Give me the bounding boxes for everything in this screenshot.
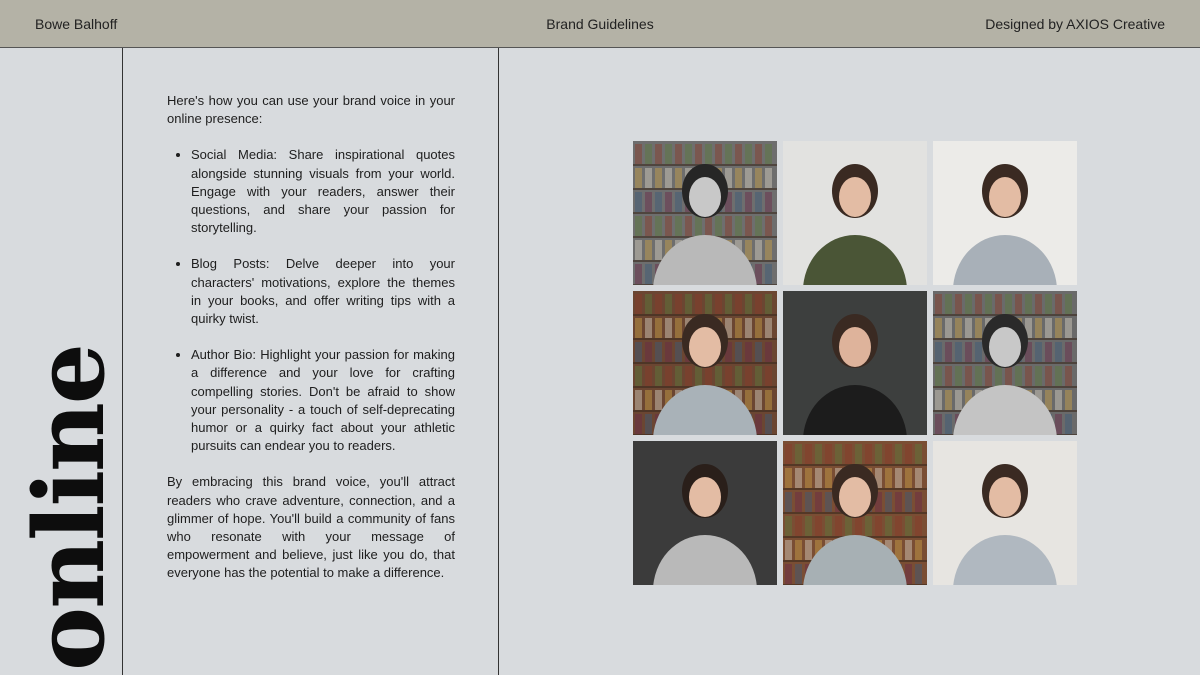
photo-6: [933, 291, 1077, 435]
photo-reading-with-blanket: [933, 441, 1077, 585]
photo-holding-book-stack: [783, 141, 927, 285]
photo-grid: [633, 141, 1077, 585]
photo-close-up-portrait: [783, 291, 927, 435]
photo-1: [633, 141, 777, 285]
photo-reading-red-book: [933, 141, 1077, 285]
photo-9: [933, 441, 1077, 585]
photo-3: [933, 141, 1077, 285]
photo-5: [783, 291, 927, 435]
closing-paragraph: By embracing this brand voice, you'll at…: [167, 474, 455, 581]
photo-lying-on-floor-bw: [933, 291, 1077, 435]
bullet-social-media: Social Media: Share inspirational quotes…: [191, 146, 455, 237]
top-bar: Bowe Balhoff Brand Guidelines Designed b…: [0, 0, 1200, 48]
photo-2: [783, 141, 927, 285]
section-title: online: [13, 345, 126, 671]
body-text: Here's how you can use your brand voice …: [167, 92, 455, 601]
center-divider: [498, 48, 499, 675]
bullet-blog-posts: Blog Posts: Delve deeper into your chara…: [191, 255, 455, 328]
designer-credit: Designed by AXIOS Creative: [985, 16, 1165, 32]
photo-8: [783, 441, 927, 585]
bullet-list: Social Media: Share inspirational quotes…: [167, 146, 455, 455]
photo-holding-books-library: [783, 441, 927, 585]
bullet-author-bio: Author Bio: Highlight your passion for m…: [191, 346, 455, 455]
photo-4: [633, 291, 777, 435]
intro-paragraph: Here's how you can use your brand voice …: [167, 93, 455, 127]
photo-portrait-bookshelf-bw: [633, 141, 777, 285]
photo-sitting-by-bookshelf: [633, 291, 777, 435]
photo-7: [633, 441, 777, 585]
photo-seated-dark-backdrop: [633, 441, 777, 585]
